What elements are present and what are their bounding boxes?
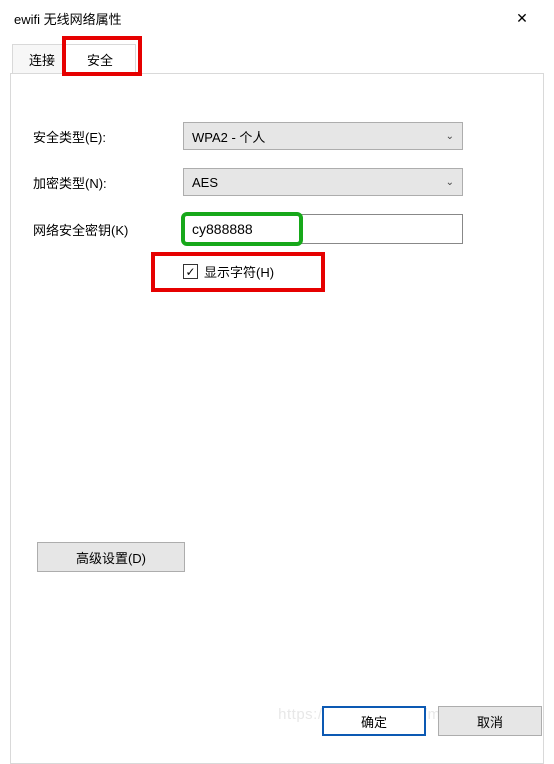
label-security-type: 安全类型(E):: [33, 127, 183, 146]
label-encryption-type: 加密类型(N):: [33, 173, 183, 192]
tab-connection[interactable]: 连接: [12, 44, 72, 74]
dialog-footer: 确定 取消: [322, 706, 542, 736]
advanced-settings-button[interactable]: 高级设置(D): [37, 542, 185, 572]
dropdown-value: WPA2 - 个人: [192, 127, 446, 146]
button-label: 确定: [361, 712, 387, 731]
button-label: 取消: [477, 712, 503, 731]
window-title: ewifi 无线网络属性: [14, 9, 500, 28]
chevron-down-icon: ⌄: [446, 131, 454, 142]
close-icon: ✕: [516, 10, 528, 27]
input-network-key[interactable]: [183, 214, 463, 244]
tab-panel: 安全类型(E): WPA2 - 个人 ⌄ 加密类型(N): AES ⌄ 网络安全…: [10, 74, 544, 764]
close-button[interactable]: ✕: [500, 2, 544, 34]
tab-security[interactable]: 安全: [64, 44, 136, 74]
tab-label: 连接: [29, 50, 55, 69]
ok-button[interactable]: 确定: [322, 706, 426, 736]
checkbox-show-chars[interactable]: ✓: [183, 264, 198, 279]
tab-strip: 连接 安全: [10, 40, 544, 74]
label-network-key: 网络安全密钥(K): [33, 220, 183, 239]
row-network-key: 网络安全密钥(K): [33, 214, 521, 244]
row-security-type: 安全类型(E): WPA2 - 个人 ⌄: [33, 122, 521, 150]
dropdown-security-type[interactable]: WPA2 - 个人 ⌄: [183, 122, 463, 150]
dropdown-value: AES: [192, 175, 446, 190]
row-show-chars: ✓ 显示字符(H): [183, 262, 521, 281]
label-show-chars: 显示字符(H): [204, 262, 274, 281]
row-encryption-type: 加密类型(N): AES ⌄: [33, 168, 521, 196]
chevron-down-icon: ⌄: [446, 177, 454, 188]
checkmark-icon: ✓: [185, 265, 195, 279]
cancel-button[interactable]: 取消: [438, 706, 542, 736]
title-bar: ewifi 无线网络属性 ✕: [0, 0, 554, 36]
dropdown-encryption-type[interactable]: AES ⌄: [183, 168, 463, 196]
tab-label: 安全: [87, 50, 113, 69]
button-label: 高级设置(D): [76, 548, 146, 567]
